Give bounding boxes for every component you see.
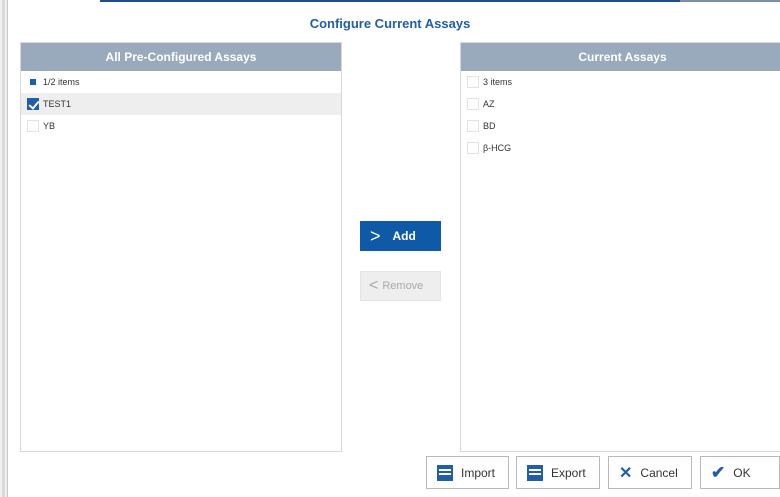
window-left-border [0, 0, 8, 497]
ok-button[interactable]: ✔ OK [700, 456, 780, 489]
list-item[interactable]: YB [21, 115, 341, 137]
remove-button[interactable]: < Remove [360, 271, 441, 301]
item-checkbox[interactable] [467, 120, 479, 132]
list-item[interactable]: BD [461, 115, 780, 137]
add-button[interactable]: > Add [360, 221, 441, 251]
cancel-button[interactable]: ✕ Cancel [608, 456, 692, 489]
close-icon: ✕ [619, 464, 633, 482]
cancel-button-label: Cancel [640, 465, 678, 480]
chevron-left-icon: < [369, 277, 379, 294]
list-item-label: YB [43, 121, 56, 131]
pre-configured-assays-header: All Pre-Configured Assays [21, 43, 341, 71]
list-item-label: TEST1 [43, 99, 72, 109]
dialog-title: Configure Current Assays [309, 16, 471, 31]
check-icon: ✔ [711, 462, 726, 482]
export-button-label: Export [551, 465, 586, 480]
export-button[interactable]: Export [516, 456, 600, 489]
list-item[interactable]: TEST1 [21, 93, 341, 115]
select-all-checkbox[interactable] [467, 76, 479, 88]
list-item-label: BD [483, 121, 496, 131]
chevron-right-icon: > [370, 225, 381, 246]
ok-button-label: OK [733, 465, 751, 480]
item-checkbox[interactable] [467, 98, 479, 110]
import-icon [437, 464, 453, 481]
list-item[interactable]: β-HCG [461, 137, 780, 159]
export-icon [527, 464, 543, 481]
import-button[interactable]: Import [426, 456, 509, 489]
select-all-checkbox[interactable] [27, 76, 39, 88]
list-item-label: AZ [483, 99, 495, 109]
current-assays-panel: Current Assays 3 items AZ BD β-HCG [460, 42, 780, 452]
item-checkbox[interactable] [467, 142, 479, 154]
left-border-bar [2, 0, 5, 497]
item-count-label: 1/2 items [43, 77, 80, 87]
item-count-label: 3 items [483, 77, 513, 87]
window-top-border-accent [680, 0, 780, 2]
list-item[interactable]: AZ [461, 93, 780, 115]
window-top-border [100, 0, 780, 2]
item-checkbox[interactable] [27, 98, 39, 110]
pre-configured-assays-panel: All Pre-Configured Assays 1/2 items TEST… [20, 42, 342, 452]
current-assays-header: Current Assays [461, 43, 780, 71]
select-all-row[interactable]: 1/2 items [21, 71, 341, 93]
list-item-label: β-HCG [483, 143, 512, 153]
item-checkbox[interactable] [27, 120, 39, 132]
add-button-label: Add [392, 229, 416, 243]
select-all-row[interactable]: 3 items [461, 71, 780, 93]
remove-button-label: Remove [382, 280, 424, 292]
import-button-label: Import [461, 465, 496, 480]
